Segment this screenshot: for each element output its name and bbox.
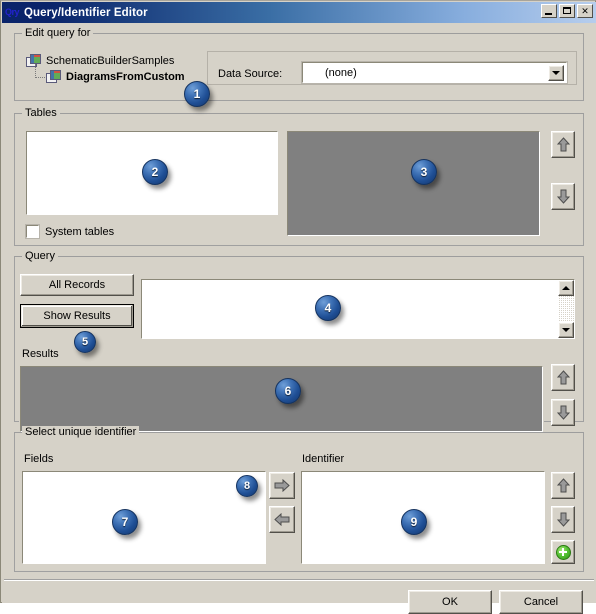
system-tables-label: System tables — [45, 225, 115, 238]
arrow-down-icon — [556, 405, 570, 420]
query-text-area[interactable] — [140, 278, 576, 340]
arrow-up-icon — [556, 478, 570, 493]
data-source-value: (none) — [325, 66, 357, 79]
tables-selected-list[interactable] — [286, 130, 541, 237]
ok-button[interactable]: OK — [408, 590, 492, 614]
tree-node-root[interactable]: SchematicBuilderSamples — [26, 53, 216, 69]
tables-group-label: Tables — [22, 107, 60, 119]
query-target-tree: SchematicBuilderSamples DiagramsFromCust… — [26, 53, 216, 85]
arrow-up-icon — [556, 370, 570, 385]
minimize-button[interactable] — [541, 4, 557, 18]
callout-badge-4: 4 — [315, 295, 341, 321]
arrow-right-icon — [274, 479, 290, 492]
chevron-down-icon[interactable] — [548, 64, 564, 81]
footer-separator — [4, 579, 594, 581]
callout-badge-7: 7 — [112, 509, 138, 535]
tables-move-down-button[interactable] — [551, 183, 575, 210]
system-tables-checkbox[interactable] — [25, 224, 40, 239]
query-text-scrollbar[interactable] — [558, 280, 574, 338]
identifier-move-up-button[interactable] — [551, 472, 575, 499]
identifier-group-label: Select unique identifier — [22, 426, 140, 438]
move-from-identifier-button[interactable] — [269, 506, 295, 533]
all-records-button[interactable]: All Records — [20, 274, 134, 296]
show-results-button[interactable]: Show Results — [20, 304, 134, 328]
data-source-label: Data Source: — [218, 68, 283, 80]
fields-list[interactable] — [21, 470, 267, 565]
title-bar: Qry Query/Identifier Editor ✕ — [2, 2, 596, 23]
tree-node-root-label: SchematicBuilderSamples — [46, 55, 175, 67]
edit-query-group-label: Edit query for — [22, 27, 94, 39]
scroll-down-icon[interactable] — [558, 322, 574, 338]
callout-badge-6: 6 — [275, 378, 301, 404]
results-label: Results — [22, 348, 59, 360]
maximize-button[interactable] — [559, 4, 575, 18]
callout-badge-9: 9 — [401, 509, 427, 535]
identifier-label: Identifier — [302, 453, 345, 465]
callout-badge-3: 3 — [411, 159, 437, 185]
callout-badge-8: 8 — [236, 475, 258, 497]
callout-badge-1: 1 — [184, 81, 210, 107]
window-title: Query/Identifier Editor — [24, 6, 148, 19]
arrow-left-icon — [274, 513, 290, 526]
database-table-icon — [46, 70, 62, 84]
arrow-up-icon — [556, 137, 570, 152]
results-move-down-button[interactable] — [551, 399, 575, 426]
green-plus-icon — [555, 544, 571, 560]
system-tables-checkbox-row[interactable]: System tables — [25, 224, 115, 239]
cancel-button[interactable]: Cancel — [499, 590, 583, 614]
query-identifier-editor-window: Qry Query/Identifier Editor ✕ Edit query… — [0, 0, 596, 614]
tree-node-child-label: DiagramsFromCustom — [66, 71, 185, 83]
dialog-body: Edit query for SchematicBuilderSamples D… — [2, 23, 596, 614]
fields-label: Fields — [24, 453, 54, 465]
callout-badge-5: 5 — [74, 331, 96, 353]
query-editor-icon: Qry — [5, 7, 20, 17]
close-button[interactable]: ✕ — [577, 4, 593, 18]
results-move-up-button[interactable] — [551, 364, 575, 391]
close-icon: ✕ — [581, 6, 589, 16]
tables-move-up-button[interactable] — [551, 131, 575, 158]
identifier-add-button[interactable] — [551, 540, 575, 564]
query-group-label: Query — [22, 250, 58, 262]
callout-badge-2: 2 — [142, 159, 168, 185]
arrow-down-icon — [556, 189, 570, 204]
window-controls: ✕ — [541, 4, 593, 18]
data-source-combo[interactable]: (none) — [301, 61, 568, 84]
scroll-up-icon[interactable] — [558, 280, 574, 296]
arrow-down-icon — [556, 512, 570, 527]
move-to-identifier-button[interactable] — [269, 472, 295, 499]
identifier-move-down-button[interactable] — [551, 506, 575, 533]
